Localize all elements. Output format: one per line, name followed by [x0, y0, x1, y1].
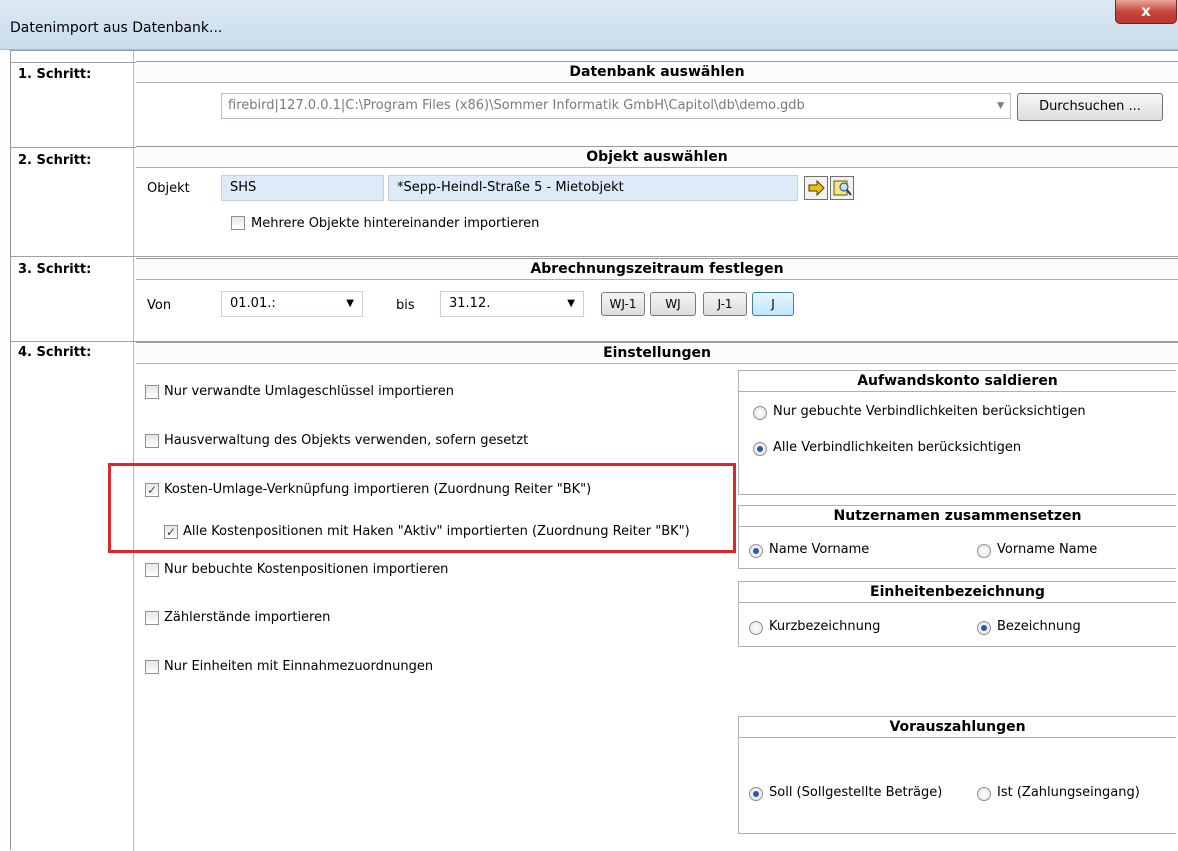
radio-label: Bezeichnung: [997, 619, 1081, 634]
step4-header: Einstellungen: [136, 342, 1178, 364]
wj-button[interactable]: WJ: [650, 292, 696, 316]
aufwandskonto-group: Aufwandskonto saldieren Nur gebuchte Ver…: [738, 370, 1176, 495]
radio-label: Vorname Name: [997, 542, 1098, 557]
radio-label: Name Vorname: [769, 542, 870, 557]
checkbox-umlageschluessel[interactable]: [145, 385, 159, 399]
step2-label: 2. Schritt:: [18, 153, 92, 168]
browse-button[interactable]: Durchsuchen ...: [1017, 93, 1163, 121]
von-date-field[interactable]: 01.01.: ▼: [221, 291, 363, 317]
vorauszahlungen-group: Vorauszahlungen Soll (Sollgestellte Betr…: [738, 716, 1176, 834]
checkbox-label: Zählerstände importieren: [164, 610, 331, 625]
einheiten-group: Einheitenbezeichnung Kurzbezeichnung Bez…: [738, 581, 1176, 647]
title-bar: Datenimport aus Datenbank... x: [0, 0, 1178, 50]
step4-label: 4. Schritt:: [18, 345, 92, 360]
window-title: Datenimport aus Datenbank...: [10, 20, 223, 36]
checkbox-bebuchte-kosten[interactable]: [145, 563, 159, 577]
einheiten-header: Einheitenbezeichnung: [739, 581, 1176, 603]
wj-minus-1-button[interactable]: WJ-1: [601, 292, 645, 316]
objekt-label: Objekt: [147, 181, 190, 196]
step1-label: 1. Schritt:: [18, 67, 92, 82]
radio-vorname-name[interactable]: [977, 544, 991, 558]
objekt-name-field[interactable]: *Sepp-Heindl-Straße 5 - Mietobjekt: [388, 175, 798, 201]
database-combo[interactable]: firebird|127.0.0.1|C:\Program Files (x86…: [221, 93, 1011, 119]
multi-objekt-label: Mehrere Objekte hintereinander importier…: [251, 216, 540, 231]
step3-label: 3. Schritt:: [18, 262, 92, 277]
radio-bezeichnung[interactable]: [977, 621, 991, 635]
radio-label: Nur gebuchte Verbindlichkeiten berücksic…: [773, 404, 1086, 419]
radio-name-vorname[interactable]: [749, 544, 763, 558]
highlight-box: [108, 463, 736, 553]
bis-date-field[interactable]: 31.12. ▼: [440, 291, 584, 317]
radio-label: Ist (Zahlungseingang): [997, 785, 1140, 800]
j-button[interactable]: J: [752, 292, 794, 316]
divider: [10, 256, 1178, 257]
aufwandskonto-header: Aufwandskonto saldieren: [739, 370, 1176, 392]
checkbox-zaehlerstaende[interactable]: [145, 611, 159, 625]
radio-alle-verbindlichkeiten[interactable]: [753, 442, 767, 456]
radio-nur-gebuchte[interactable]: [753, 406, 767, 420]
nutzernamen-group: Nutzernamen zusammensetzen Name Vorname …: [738, 505, 1176, 569]
von-date-value: 01.01.:: [230, 296, 276, 311]
radio-label: Soll (Sollgestellte Beträge): [769, 785, 943, 800]
step2-header: Objekt auswählen: [136, 146, 1178, 168]
objekt-code-field[interactable]: SHS: [221, 175, 384, 201]
step1-header: Datenbank auswählen: [136, 61, 1178, 83]
step3-header: Abrechnungszeitraum festlegen: [136, 258, 1178, 280]
vorauszahlungen-header: Vorauszahlungen: [739, 716, 1176, 738]
bis-date-value: 31.12.: [449, 296, 491, 311]
chevron-down-icon[interactable]: ▼: [346, 292, 354, 316]
radio-soll[interactable]: [749, 787, 763, 801]
von-label: Von: [147, 298, 172, 313]
nutzernamen-header: Nutzernamen zusammensetzen: [739, 505, 1176, 527]
checkbox-einnahmezuordnungen[interactable]: [145, 660, 159, 674]
radio-ist[interactable]: [977, 787, 991, 801]
database-path: firebird|127.0.0.1|C:\Program Files (x86…: [228, 98, 805, 113]
checkbox-label: Nur Einheiten mit Einnahmezuordnungen: [164, 659, 434, 674]
step-label-column: [10, 51, 134, 851]
close-button[interactable]: x: [1115, 0, 1177, 24]
radio-kurzbezeichnung[interactable]: [749, 621, 763, 635]
bis-label: bis: [396, 298, 415, 313]
checkbox-label: Nur bebuchte Kostenpositionen importiere…: [164, 562, 449, 577]
chevron-down-icon[interactable]: ▼: [567, 292, 575, 316]
radio-label: Alle Verbindlichkeiten berücksichtigen: [773, 440, 1022, 455]
arrow-right-icon[interactable]: [804, 176, 828, 200]
multi-objekt-checkbox[interactable]: [231, 216, 245, 230]
checkbox-hausverwaltung[interactable]: [145, 434, 159, 448]
search-object-icon[interactable]: [830, 176, 854, 200]
chevron-down-icon[interactable]: ▼: [997, 94, 1004, 118]
checkbox-label: Nur verwandte Umlageschlüssel importiere…: [164, 384, 454, 399]
checkbox-label: Hausverwaltung des Objekts verwenden, so…: [164, 433, 529, 448]
j-minus-1-button[interactable]: J-1: [703, 292, 747, 316]
radio-label: Kurzbezeichnung: [769, 619, 881, 634]
